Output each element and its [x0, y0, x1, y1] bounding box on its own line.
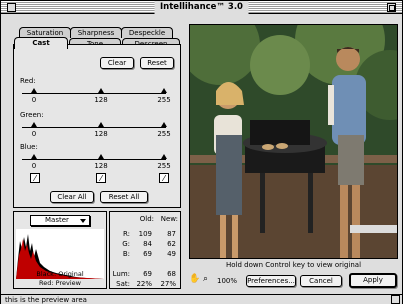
clear-button[interactable]: Clear — [100, 57, 134, 69]
chevron-down-icon — [80, 219, 86, 223]
cast-tab-body: Clear Reset Red: 0 128 255 Green: 0 128 … — [13, 44, 181, 208]
channel-select[interactable]: Master — [30, 215, 90, 226]
sat-old: 22% — [136, 280, 152, 288]
lum-label: Lum: — [112, 270, 130, 278]
preview-hint: Hold down Control key to view original — [225, 261, 362, 269]
green-tick-mid: 128 — [94, 130, 108, 138]
lum-new: 68 — [167, 270, 176, 278]
white-eyedropper-icon[interactable]: ⁄ — [159, 173, 169, 183]
r-new: 87 — [167, 230, 176, 238]
status-text: this is the preview area — [5, 296, 87, 304]
red-tick-max: 255 — [157, 96, 171, 104]
old-header: Old: — [139, 215, 154, 223]
window-title: Intellihance™ 3.0 — [154, 1, 249, 14]
red-slider-thumb[interactable] — [31, 88, 37, 93]
reset-button[interactable]: Reset — [140, 57, 174, 69]
zoom-box[interactable] — [387, 3, 396, 12]
apply-button[interactable]: Apply — [349, 273, 397, 288]
tab-despeckle[interactable]: Despeckle — [121, 27, 173, 38]
lum-old: 69 — [143, 270, 152, 278]
new-header: New: — [160, 215, 178, 223]
g-label: G: — [122, 240, 130, 248]
gray-eyedropper-icon[interactable]: ⁄ — [96, 173, 106, 183]
g-old: 84 — [143, 240, 152, 248]
sat-label: Sat: — [116, 280, 130, 288]
red-high-thumb[interactable] — [161, 88, 167, 93]
b-label: B: — [122, 250, 130, 258]
r-label: R: — [122, 230, 130, 238]
b-old: 69 — [143, 250, 152, 258]
preview-image[interactable] — [189, 24, 398, 259]
green-tick-min: 0 — [31, 130, 37, 138]
intellihance-window: Intellihance™ 3.0 Saturation Sharpness D… — [0, 0, 403, 304]
green-mid-thumb[interactable] — [98, 122, 104, 127]
green-tick-max: 255 — [157, 130, 171, 138]
zoom-icon[interactable]: ⌕ — [203, 274, 214, 285]
blue-mid-thumb[interactable] — [98, 154, 104, 159]
red-label: Red: — [20, 77, 36, 85]
g-new: 62 — [167, 240, 176, 248]
cancel-button[interactable]: Cancel — [300, 275, 342, 287]
tab-cast[interactable]: Cast — [14, 37, 68, 49]
hand-icon[interactable]: ✋ — [189, 274, 200, 285]
tab-sharpness[interactable]: Sharpness — [70, 27, 122, 38]
title-bar[interactable]: Intellihance™ 3.0 — [1, 1, 402, 14]
green-slider-thumb[interactable] — [31, 122, 37, 127]
blue-label: Blue: — [20, 143, 38, 151]
green-slider-track[interactable] — [22, 127, 166, 128]
clear-all-button[interactable]: Clear All — [50, 191, 94, 203]
green-label: Green: — [20, 111, 44, 119]
blue-slider-thumb[interactable] — [31, 154, 37, 159]
reset-all-button[interactable]: Reset All — [100, 191, 148, 203]
close-box[interactable] — [7, 3, 16, 12]
sat-new: 27% — [160, 280, 176, 288]
preferences-button[interactable]: Preferences... — [246, 275, 296, 287]
blue-high-thumb[interactable] — [161, 154, 167, 159]
settings-panel: Saturation Sharpness Despeckle Cast Tone… — [13, 24, 181, 208]
histogram-panel: Master Black: Original Red: Preview — [13, 211, 107, 289]
histogram-caption-original: Black: Original — [36, 270, 84, 278]
zoom-level: 100% — [217, 277, 238, 285]
red-tick-min: 0 — [31, 96, 37, 104]
red-tick-mid: 128 — [94, 96, 108, 104]
b-new: 49 — [167, 250, 176, 258]
green-high-thumb[interactable] — [161, 122, 167, 127]
blue-tick-min: 0 — [31, 162, 37, 170]
r-old: 109 — [138, 230, 152, 238]
blue-tick-max: 255 — [157, 162, 171, 170]
red-slider-track[interactable] — [22, 93, 166, 94]
color-values-panel: Old: New: R: 109 87 G: 84 62 B: 69 49 Lu… — [109, 211, 181, 289]
black-eyedropper-icon[interactable]: ⁄ — [30, 173, 40, 183]
histogram-caption-preview: Red: Preview — [39, 279, 81, 287]
red-mid-thumb[interactable] — [98, 88, 104, 93]
blue-slider-track[interactable] — [22, 159, 166, 160]
status-bar: this is the preview area — [1, 294, 402, 304]
resize-handle[interactable] — [391, 295, 400, 304]
channel-select-value: Master — [45, 216, 69, 224]
preview-photo-graphic — [190, 25, 397, 258]
blue-tick-mid: 128 — [94, 162, 108, 170]
